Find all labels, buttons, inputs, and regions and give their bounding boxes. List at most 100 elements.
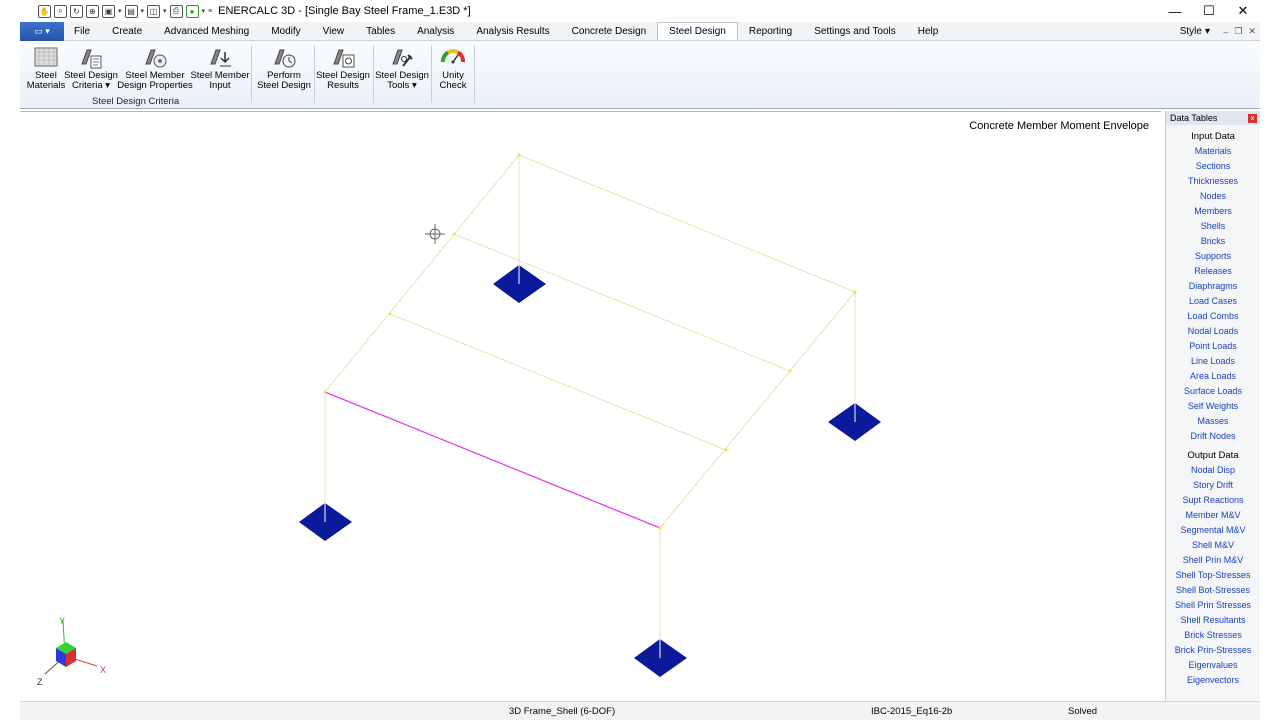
doc-minimize-button[interactable]: – xyxy=(1223,27,1228,37)
data-table-link-nodes[interactable]: Nodes xyxy=(1166,189,1260,204)
data-table-link-line-loads[interactable]: Line Loads xyxy=(1166,354,1260,369)
view-icon[interactable]: ▣ xyxy=(102,4,115,18)
tab-modify[interactable]: Modify xyxy=(260,22,311,40)
data-table-link-shell-resultants[interactable]: Shell Resultants xyxy=(1166,613,1260,628)
steel-design-tools-button[interactable]: Steel Design Tools ▾ xyxy=(375,44,429,91)
data-table-link-brick-stresses[interactable]: Brick Stresses xyxy=(1166,628,1260,643)
maximize-button[interactable]: ☐ xyxy=(1192,0,1226,22)
steel-materials-button[interactable]: Steel Materials xyxy=(27,44,65,91)
application-menu-button[interactable]: ▭ ▾ xyxy=(20,22,64,41)
rotate-icon[interactable]: ↻ xyxy=(70,4,83,18)
data-table-link-bricks[interactable]: Bricks xyxy=(1166,234,1260,249)
tab-analysis[interactable]: Analysis xyxy=(406,22,465,40)
tab-steel-design[interactable]: Steel Design xyxy=(657,22,738,40)
data-table-link-diaphragms[interactable]: Diaphragms xyxy=(1166,279,1260,294)
data-table-link-materials[interactable]: Materials xyxy=(1166,144,1260,159)
style-label: Style xyxy=(1179,26,1202,37)
data-table-link-brick-prin-stresses[interactable]: Brick Prin-Stresses xyxy=(1166,643,1260,658)
tab-reporting[interactable]: Reporting xyxy=(738,22,803,40)
data-table-link-segmental-m-v[interactable]: Segmental M&V xyxy=(1166,523,1260,538)
ribbon-separator xyxy=(474,45,475,103)
node[interactable] xyxy=(788,369,792,373)
data-table-link-nodal-disp[interactable]: Nodal Disp xyxy=(1166,463,1260,478)
data-table-link-surface-loads[interactable]: Surface Loads xyxy=(1166,384,1260,399)
data-table-link-shells[interactable]: Shells xyxy=(1166,219,1260,234)
steel-design-criteria-button[interactable]: Steel Design Criteria ▾ xyxy=(64,44,118,91)
node[interactable] xyxy=(517,153,521,157)
close-panel-button[interactable]: x xyxy=(1248,113,1257,123)
data-table-link-nodal-loads[interactable]: Nodal Loads xyxy=(1166,324,1260,339)
tab-file[interactable]: File xyxy=(64,22,101,40)
minimize-button[interactable]: — xyxy=(1158,0,1192,22)
node[interactable] xyxy=(452,232,456,236)
roof-beam[interactable] xyxy=(324,154,520,393)
purlin[interactable] xyxy=(389,313,727,451)
frame-model-canvas[interactable] xyxy=(20,112,1161,702)
data-table-link-eigenvectors[interactable]: Eigenvectors xyxy=(1166,673,1260,688)
doc-close-button[interactable]: ✕ xyxy=(1248,26,1256,37)
data-table-link-member-m-v[interactable]: Member M&V xyxy=(1166,508,1260,523)
data-table-link-shell-bot-stresses[interactable]: Shell Bot-Stresses xyxy=(1166,583,1260,598)
data-table-link-load-cases[interactable]: Load Cases xyxy=(1166,294,1260,309)
roof-beam[interactable] xyxy=(659,291,856,529)
node[interactable] xyxy=(388,312,392,316)
data-table-link-self-weights[interactable]: Self Weights xyxy=(1166,399,1260,414)
highlighted-beam[interactable] xyxy=(324,391,661,529)
node[interactable] xyxy=(853,290,857,294)
customize-icon[interactable]: ≡ xyxy=(208,8,212,15)
tab-analysis-results[interactable]: Analysis Results xyxy=(465,22,560,40)
data-table-link-load-combs[interactable]: Load Combs xyxy=(1166,309,1260,324)
zoom-all-icon[interactable]: ⊕ xyxy=(86,4,99,18)
data-table-link-supt-reactions[interactable]: Supt Reactions xyxy=(1166,493,1260,508)
purlin[interactable] xyxy=(453,233,791,372)
data-table-link-members[interactable]: Members xyxy=(1166,204,1260,219)
node[interactable] xyxy=(658,526,662,530)
render-icon[interactable]: ▤ xyxy=(124,4,138,18)
axis-label-z: Z xyxy=(37,677,43,687)
unity-check-button[interactable]: Unity Check xyxy=(434,44,472,91)
tab-concrete-design[interactable]: Concrete Design xyxy=(561,22,657,40)
tab-settings-and-tools[interactable]: Settings and Tools xyxy=(803,22,907,40)
steel-member-design-properties-button[interactable]: Steel Member Design Properties xyxy=(117,44,193,91)
data-table-link-shell-prin-m-v[interactable]: Shell Prin M&V xyxy=(1166,553,1260,568)
perform-steel-design-button[interactable]: Perform Steel Design xyxy=(256,44,312,91)
chevron-down-icon[interactable]: ▾ xyxy=(202,7,206,15)
chevron-down-icon[interactable]: ▾ xyxy=(118,7,122,15)
tab-tables[interactable]: Tables xyxy=(355,22,406,40)
data-table-link-eigenvalues[interactable]: Eigenvalues xyxy=(1166,658,1260,673)
node[interactable] xyxy=(323,390,327,394)
data-table-link-story-drift[interactable]: Story Drift xyxy=(1166,478,1260,493)
button-label-2: Results xyxy=(327,80,359,91)
steel-member-input-button[interactable]: Steel Member Input xyxy=(190,44,250,91)
close-button[interactable]: ✕ xyxy=(1226,0,1260,22)
data-table-link-shell-prin-stresses[interactable]: Shell Prin Stresses xyxy=(1166,598,1260,613)
data-table-link-point-loads[interactable]: Point Loads xyxy=(1166,339,1260,354)
data-table-link-area-loads[interactable]: Area Loads xyxy=(1166,369,1260,384)
chevron-down-icon[interactable]: ▾ xyxy=(163,7,167,15)
print-icon[interactable]: ⎙ xyxy=(169,4,183,18)
tab-view[interactable]: View xyxy=(312,22,356,40)
data-table-link-releases[interactable]: Releases xyxy=(1166,264,1260,279)
tab-advanced-meshing[interactable]: Advanced Meshing xyxy=(153,22,260,40)
data-table-link-shell-top-stresses[interactable]: Shell Top-Stresses xyxy=(1166,568,1260,583)
data-table-link-supports[interactable]: Supports xyxy=(1166,249,1260,264)
roof-beam[interactable] xyxy=(518,154,856,293)
display-icon[interactable]: ◫ xyxy=(147,4,161,18)
data-table-link-shell-m-v[interactable]: Shell M&V xyxy=(1166,538,1260,553)
model-viewport[interactable]: Concrete Member Moment Envelope Y X Z xyxy=(20,111,1161,701)
data-table-link-thicknesses[interactable]: Thicknesses xyxy=(1166,174,1260,189)
tab-help[interactable]: Help xyxy=(907,22,950,40)
zoom-icon[interactable]: ⌕ xyxy=(54,4,67,18)
doc-restore-button[interactable]: ❐ xyxy=(1234,26,1242,37)
chevron-down-icon[interactable]: ▾ xyxy=(141,7,145,15)
steel-design-results-button[interactable]: Steel Design Results xyxy=(316,44,370,91)
ribbon-separator xyxy=(431,45,432,103)
color-icon[interactable]: ● xyxy=(185,4,199,18)
data-table-link-drift-nodes[interactable]: Drift Nodes xyxy=(1166,429,1260,444)
style-menu[interactable]: Style ▾ xyxy=(1180,22,1210,41)
data-table-link-masses[interactable]: Masses xyxy=(1166,414,1260,429)
pan-icon[interactable]: ✋ xyxy=(38,4,51,18)
node[interactable] xyxy=(724,448,728,452)
tab-create[interactable]: Create xyxy=(101,22,153,40)
data-table-link-sections[interactable]: Sections xyxy=(1166,159,1260,174)
